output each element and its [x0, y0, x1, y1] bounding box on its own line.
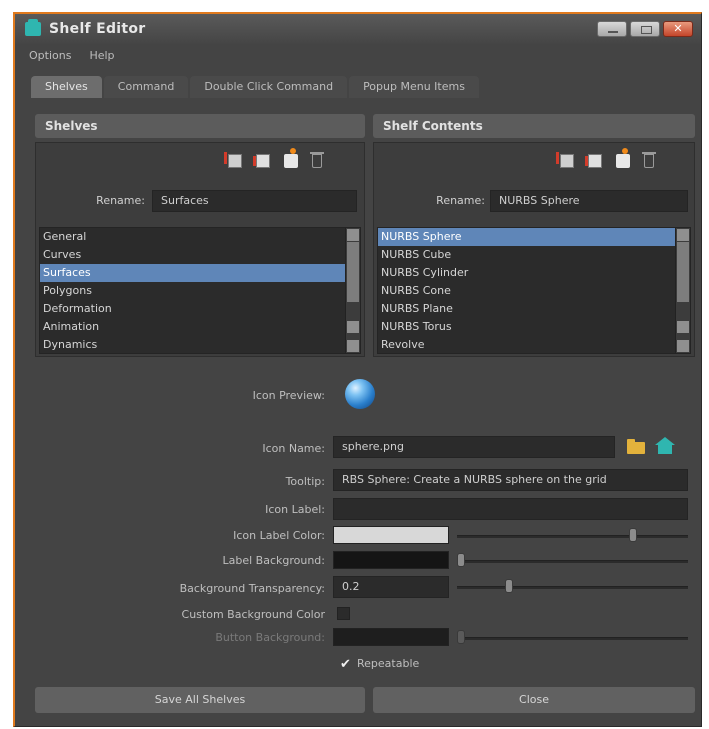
icon-label-label: Icon Label: — [265, 503, 325, 516]
menu-options[interactable]: Options — [29, 46, 71, 66]
custom-bg-color-checkbox[interactable] — [337, 607, 350, 620]
list-item[interactable]: NURBS Cylinder — [378, 264, 690, 282]
list-item[interactable]: NURBS Cube — [378, 246, 690, 264]
scroll-up-icon[interactable] — [347, 229, 359, 241]
list-item[interactable]: Curves — [40, 246, 360, 264]
minimize-button[interactable] — [597, 21, 627, 37]
list-item[interactable]: Surfaces — [40, 264, 360, 282]
tab-double-click-command[interactable]: Double Click Command — [190, 76, 348, 98]
tab-popup-menu-items[interactable]: Popup Menu Items — [349, 76, 479, 98]
shelf-app-icon — [25, 19, 41, 36]
load-shelf-icon[interactable] — [253, 154, 270, 168]
shelf-contents-list[interactable]: NURBS Sphere NURBS Cube NURBS Cylinder N… — [377, 227, 691, 354]
button-background-label: Button Background: — [215, 631, 325, 644]
shelves-header: Shelves — [35, 114, 365, 138]
icon-label-color-label: Icon Label Color: — [233, 529, 325, 542]
tab-command[interactable]: Command — [103, 76, 189, 98]
shelf-contents-header: Shelf Contents — [373, 114, 695, 138]
scroll-down-icon[interactable] — [347, 321, 359, 333]
shelves-rename-label: Rename: — [96, 194, 145, 207]
icon-label-color-slider-handle[interactable] — [629, 528, 637, 542]
label-background-slider-handle[interactable] — [457, 553, 465, 567]
save-shelf-icon[interactable] — [284, 148, 298, 168]
menu-help[interactable]: Help — [89, 46, 114, 66]
new-shelf-icon[interactable] — [224, 152, 242, 168]
tooltip-label: Tooltip: — [285, 475, 325, 488]
list-item[interactable]: Deformation — [40, 300, 360, 318]
list-item[interactable]: NURBS Cone — [378, 282, 690, 300]
list-item[interactable]: Animation — [40, 318, 360, 336]
repeatable-check-icon[interactable]: ✔ — [339, 658, 352, 671]
tab-shelves[interactable]: Shelves — [31, 76, 102, 98]
home-icon[interactable] — [655, 437, 675, 454]
shelves-list[interactable]: General Curves Surfaces Polygons Deforma… — [39, 227, 361, 354]
list-item[interactable]: NURBS Sphere — [378, 228, 690, 246]
icon-label-color-slider[interactable] — [457, 535, 688, 538]
window-title: Shelf Editor — [49, 21, 146, 37]
scroll-down-icon[interactable] — [347, 340, 359, 352]
button-background-slider[interactable] — [457, 637, 688, 640]
tab-bar: Shelves Command Double Click Command Pop… — [31, 76, 479, 98]
label-background-slider[interactable] — [457, 560, 688, 563]
contents-rename-field[interactable]: NURBS Sphere — [490, 190, 688, 212]
menu-bar: Options Help — [15, 46, 701, 66]
bg-transparency-label: Background Transparency: — [179, 582, 325, 595]
list-item[interactable]: NURBS Torus — [378, 318, 690, 336]
contents-scrollbar[interactable] — [675, 228, 690, 353]
scroll-down-icon[interactable] — [677, 340, 689, 352]
save-item-icon[interactable] — [616, 148, 630, 168]
close-button[interactable]: Close — [373, 687, 695, 713]
delete-shelf-icon[interactable] — [310, 152, 324, 168]
new-item-icon[interactable] — [556, 152, 574, 168]
nurbs-sphere-icon — [345, 379, 375, 409]
bg-transparency-slider-handle[interactable] — [505, 579, 513, 593]
title-bar[interactable]: Shelf Editor — [15, 14, 701, 44]
save-all-shelves-button[interactable]: Save All Shelves — [35, 687, 365, 713]
delete-item-icon[interactable] — [642, 152, 656, 168]
list-item[interactable]: Polygons — [40, 282, 360, 300]
shelves-rename-field[interactable]: Surfaces — [152, 190, 357, 212]
icon-label-color-swatch[interactable] — [333, 526, 449, 544]
screenshot-frame: Shelf Editor Options Help Shelves Comman… — [0, 0, 709, 729]
icon-name-field[interactable]: sphere.png — [333, 436, 615, 458]
contents-rename-label: Rename: — [436, 194, 485, 207]
icon-label-field[interactable] — [333, 498, 688, 520]
close-window-button[interactable] — [663, 21, 693, 37]
shelves-toolbar — [224, 148, 324, 168]
list-item[interactable]: General — [40, 228, 360, 246]
custom-bg-color-label: Custom Background Color — [181, 608, 325, 621]
button-background-slider-handle[interactable] — [457, 630, 465, 644]
maximize-button[interactable] — [630, 21, 660, 37]
window-controls — [597, 21, 693, 37]
bg-transparency-field[interactable]: 0.2 — [333, 576, 449, 598]
list-item[interactable]: Dynamics — [40, 336, 360, 354]
scroll-thumb[interactable] — [347, 242, 359, 302]
label-background-label: Label Background: — [222, 554, 325, 567]
load-item-icon[interactable] — [585, 154, 602, 168]
icon-preview-label: Icon Preview: — [252, 389, 325, 402]
bg-transparency-slider[interactable] — [457, 586, 688, 589]
list-item[interactable]: NURBS Plane — [378, 300, 690, 318]
scroll-down-icon[interactable] — [677, 321, 689, 333]
contents-toolbar — [556, 148, 656, 168]
button-background-swatch[interactable] — [333, 628, 449, 646]
scroll-up-icon[interactable] — [677, 229, 689, 241]
icon-name-label: Icon Name: — [262, 442, 325, 455]
list-item[interactable]: Revolve — [378, 336, 690, 354]
scroll-thumb[interactable] — [677, 242, 689, 302]
label-background-swatch[interactable] — [333, 551, 449, 569]
tooltip-field[interactable]: RBS Sphere: Create a NURBS sphere on the… — [333, 469, 688, 491]
shelf-editor-window: Shelf Editor Options Help Shelves Comman… — [13, 12, 702, 727]
shelves-scrollbar[interactable] — [345, 228, 360, 353]
folder-icon[interactable] — [627, 439, 645, 454]
repeatable-label: Repeatable — [357, 657, 420, 670]
